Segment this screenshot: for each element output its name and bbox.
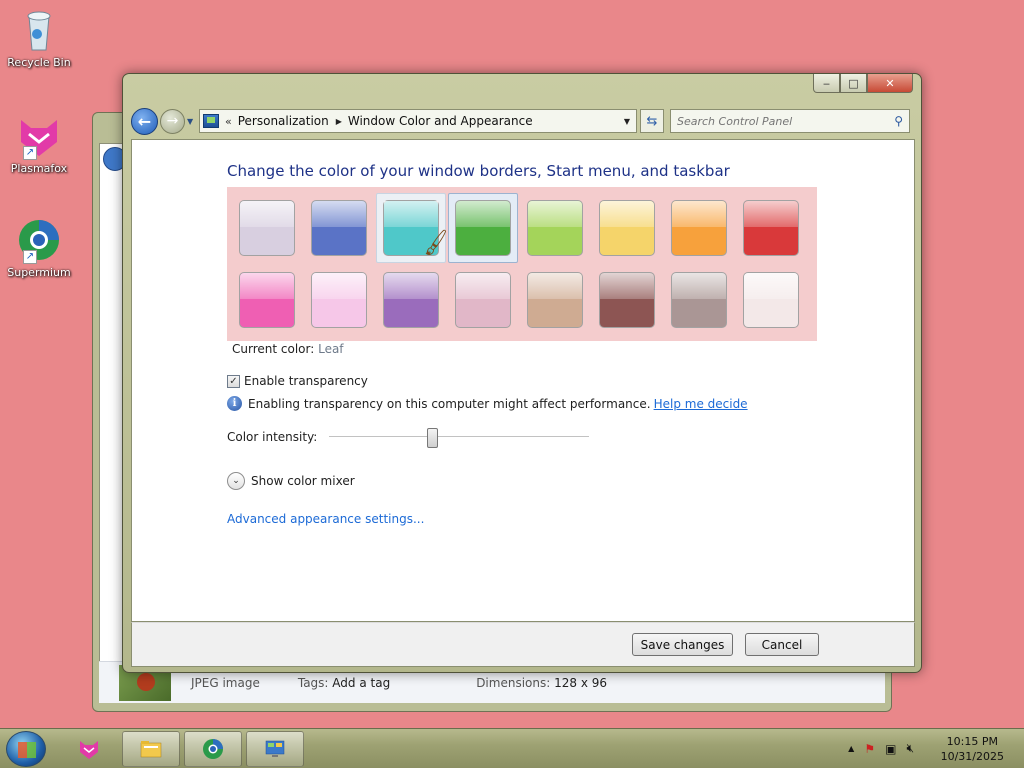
cancel-button[interactable]: Cancel (745, 633, 819, 656)
start-button[interactable] (6, 731, 46, 767)
color-swatch[interactable] (455, 200, 511, 256)
transparency-info: i Enabling transparency on this computer… (227, 396, 748, 411)
current-color-label: Current color: (232, 342, 315, 356)
color-swatch[interactable] (383, 272, 439, 328)
current-color: Current color: Leaf (232, 342, 344, 356)
color-swatch[interactable] (455, 272, 511, 328)
content-area: Change the color of your window borders,… (131, 139, 915, 622)
maximize-button[interactable]: □ (840, 74, 867, 93)
file-type: JPEG image (191, 675, 260, 690)
address-dropdown-icon[interactable]: ▼ (624, 117, 630, 126)
breadcrumb-window-color[interactable]: Window Color and Appearance (348, 114, 533, 128)
shortcut-arrow-icon: ↗ (23, 250, 37, 264)
taskbar-plasmafox[interactable] (60, 731, 118, 767)
address-chevron[interactable]: « (225, 115, 232, 128)
desktop-icon-supermium[interactable]: ↗ Supermium (4, 216, 74, 279)
desktop-icon-recycle-bin[interactable]: Recycle Bin (4, 6, 74, 69)
color-swatch[interactable] (743, 200, 799, 256)
chevron-down-icon[interactable]: ⌄ (227, 472, 245, 490)
color-swatch[interactable] (239, 272, 295, 328)
desktop-icon-label: Plasmafox (10, 162, 68, 175)
current-color-value: Leaf (318, 342, 344, 356)
back-arrow-icon[interactable]: ← (131, 107, 158, 135)
enable-transparency-checkbox[interactable]: ✓ (227, 374, 240, 388)
dimensions-value: 128 x 96 (554, 675, 608, 690)
color-swatch[interactable]: 🖌︎ (383, 200, 452, 258)
page-heading: Change the color of your window borders,… (227, 162, 730, 180)
window-color-appearance[interactable]: ‒ □ ✕ ← → ▼ « Personalization ▶ Window C… (122, 73, 922, 673)
color-swatch[interactable] (527, 200, 583, 256)
supermium-icon: ↗ (15, 216, 63, 264)
save-changes-button[interactable]: Save changes (632, 633, 733, 656)
shortcut-arrow-icon: ↗ (23, 146, 37, 160)
color-swatch[interactable] (527, 272, 583, 328)
clock[interactable]: 10:15 PM 10/31/2025 (941, 734, 1004, 764)
show-color-mixer-label[interactable]: Show color mixer (251, 474, 355, 488)
color-intensity-slider[interactable] (427, 428, 438, 448)
supermium-icon (203, 739, 223, 759)
control-panel-icon (203, 114, 219, 128)
color-swatch[interactable] (239, 200, 295, 256)
button-footer: Save changes Cancel (131, 622, 915, 667)
recycle-bin-icon (15, 6, 63, 54)
color-swatch[interactable] (671, 272, 727, 328)
taskbar-control-panel[interactable] (246, 731, 304, 767)
recent-pages-dropdown-icon[interactable]: ▼ (187, 117, 197, 126)
tags-value[interactable]: Add a tag (332, 676, 390, 690)
address-bar[interactable]: « Personalization ▶ Window Color and App… (199, 109, 637, 133)
refresh-icon[interactable]: ⇆ (640, 109, 664, 133)
color-swatch-panel: 🖌︎ (227, 187, 817, 341)
color-swatch[interactable] (311, 272, 367, 328)
help-me-decide-link[interactable]: Help me decide (654, 397, 748, 411)
breadcrumb-personalization[interactable]: Personalization (238, 114, 329, 128)
advanced-appearance-link[interactable]: Advanced appearance settings... (227, 512, 424, 526)
info-icon: i (227, 396, 242, 411)
close-button[interactable]: ✕ (867, 74, 913, 93)
desktop-icon-plasmafox[interactable]: ↗ Plasmafox (4, 112, 74, 175)
minimize-button[interactable]: ‒ (813, 74, 840, 93)
clock-time: 10:15 PM (946, 735, 998, 748)
breadcrumb-separator-icon[interactable]: ▶ (336, 117, 342, 126)
desktop-icon-label: Recycle Bin (7, 56, 71, 69)
navigation-bar: ← → ▼ « Personalization ▶ Window Color a… (131, 106, 913, 136)
color-swatch[interactable] (671, 200, 727, 256)
search-input[interactable] (677, 114, 867, 128)
color-intensity-label: Color intensity: (227, 430, 318, 444)
desktop-icon-label: Supermium (7, 266, 71, 279)
color-swatch[interactable] (743, 272, 799, 328)
info-text: Enabling transparency on this computer m… (248, 396, 651, 411)
taskbar-supermium[interactable] (184, 731, 242, 767)
search-icon[interactable]: ⚲ (894, 114, 903, 128)
plasmafox-icon: ↗ (15, 112, 63, 160)
show-hidden-icons-button[interactable]: ▲ (848, 744, 854, 753)
paintbrush-cursor-icon: 🖌︎ (420, 228, 452, 259)
color-swatch[interactable] (599, 272, 655, 328)
color-intensity-track[interactable] (329, 436, 589, 438)
caption-buttons: ‒ □ ✕ (813, 74, 913, 93)
color-swatch[interactable] (599, 200, 655, 256)
dimensions-label: Dimensions: (476, 675, 551, 690)
volume-muted-icon[interactable]: 🔇︎ (906, 741, 914, 756)
network-icon[interactable]: ▣ (885, 742, 896, 756)
tags-label: Tags: (297, 675, 329, 690)
clock-date: 10/31/2025 (940, 750, 1004, 763)
color-swatch[interactable] (311, 200, 367, 256)
plasmafox-icon (80, 741, 98, 759)
enable-transparency-row[interactable]: ✓ Enable transparency (227, 374, 368, 388)
taskbar-explorer[interactable] (122, 731, 180, 767)
show-color-mixer[interactable]: ⌄ Show color mixer (227, 472, 355, 490)
system-tray: ▲ ⚑ ▣ 🔇︎ (848, 741, 914, 756)
enable-transparency-label[interactable]: Enable transparency (244, 374, 368, 388)
control-panel-icon (265, 740, 285, 757)
action-center-flag-icon[interactable]: ⚑ (864, 742, 875, 756)
search-box[interactable]: ⚲ (670, 109, 910, 133)
taskbar: ▲ ⚑ ▣ 🔇︎ 10:15 PM 10/31/2025 (0, 728, 1024, 768)
folder-icon (140, 741, 162, 758)
forward-arrow-icon[interactable]: → (160, 108, 185, 134)
